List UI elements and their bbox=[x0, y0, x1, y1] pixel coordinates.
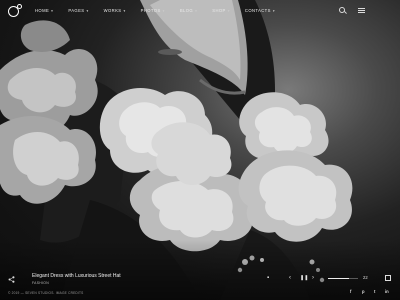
main-menu: HOME ▾ PAGES ▾ WORKS ▾ PHOTOS ▾ BLOG ▾ SHOP ▾ … bbox=[35, 8, 290, 13]
chevron-down-icon: ▾ bbox=[195, 8, 198, 13]
nav-item-label: SHOP bbox=[212, 8, 226, 13]
slideshow-stage: HOME ▾ PAGES ▾ WORKS ▾ PHOTOS ▾ BLOG ▾ SHOP ▾ … bbox=[0, 0, 400, 300]
chevron-right-icon[interactable]: › bbox=[312, 275, 314, 281]
chevron-down-icon: ▾ bbox=[162, 8, 165, 13]
chevron-left-icon[interactable]: ‹ bbox=[289, 275, 291, 281]
nav-item-contacts[interactable]: CONTACTS ▾ bbox=[245, 8, 275, 13]
nav-item-label: BLOG bbox=[179, 8, 194, 13]
fullscreen-icon[interactable] bbox=[385, 275, 391, 281]
nav-item-shop[interactable]: SHOP ▾ bbox=[212, 8, 230, 13]
slide-progress-bar[interactable] bbox=[328, 278, 358, 279]
search-icon[interactable] bbox=[339, 7, 345, 13]
copyright-text: © 2019 — SEVEN STUDIOS. IMAGE CREDITS bbox=[8, 291, 84, 295]
nav-item-blog[interactable]: BLOG ▾ bbox=[180, 8, 197, 13]
nav-item-label: HOME bbox=[35, 8, 50, 13]
slide-progress-fill bbox=[328, 278, 349, 279]
chevron-down-icon: ▾ bbox=[227, 8, 230, 13]
top-navigation-bar: HOME ▾ PAGES ▾ WORKS ▾ PHOTOS ▾ BLOG ▾ SHOP ▾ … bbox=[0, 0, 400, 24]
nav-item-works[interactable]: WORKS ▾ bbox=[104, 8, 126, 13]
hamburger-menu-icon[interactable] bbox=[358, 8, 365, 13]
chevron-down-icon: ▾ bbox=[51, 8, 54, 13]
nav-item-label: CONTACTS bbox=[244, 8, 271, 13]
nav-item-label: PHOTOS bbox=[140, 8, 161, 13]
stop-icon[interactable]: ▪ bbox=[267, 275, 269, 281]
share-icon[interactable] bbox=[8, 276, 15, 283]
chevron-down-icon: ▾ bbox=[86, 8, 89, 13]
nav-item-home[interactable]: HOME ▾ bbox=[35, 8, 53, 13]
nav-item-label: WORKS bbox=[103, 8, 122, 13]
chevron-down-icon: ▾ bbox=[123, 8, 126, 13]
pinterest-icon[interactable]: p bbox=[362, 289, 365, 294]
slide-caption-category: FASHION bbox=[32, 281, 49, 285]
circle-logo-icon[interactable] bbox=[8, 4, 22, 17]
pause-icon[interactable]: ❚❚ bbox=[300, 275, 308, 281]
slide-caption-title: Elegant Dress with Luxurious Street Hat bbox=[32, 273, 121, 279]
facebook-icon[interactable]: f bbox=[350, 289, 351, 294]
nav-item-pages[interactable]: PAGES ▾ bbox=[68, 8, 88, 13]
twitter-icon[interactable]: t bbox=[374, 289, 375, 294]
slide-counter: 22 bbox=[363, 275, 368, 280]
nav-item-photos[interactable]: PHOTOS ▾ bbox=[141, 8, 165, 13]
hero-photo bbox=[0, 0, 400, 300]
chevron-down-icon: ▾ bbox=[272, 8, 275, 13]
linkedin-icon[interactable]: in bbox=[385, 289, 389, 294]
nav-item-label: PAGES bbox=[68, 8, 85, 13]
